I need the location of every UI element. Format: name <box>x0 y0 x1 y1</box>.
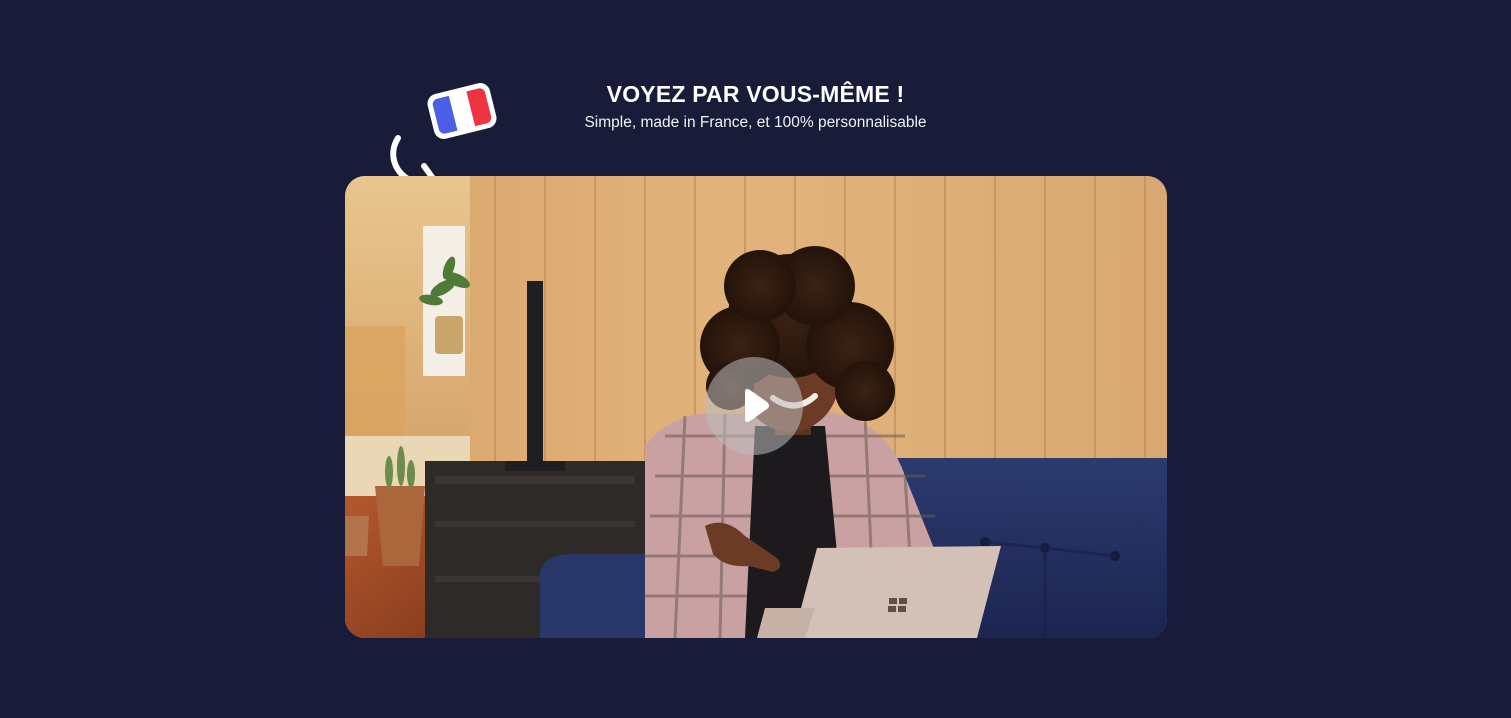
play-button[interactable] <box>705 357 803 455</box>
play-icon <box>745 388 769 423</box>
section-title: VOYEZ PAR VOUS-MÊME ! <box>606 81 905 107</box>
section-heading: VOYEZ PAR VOUS-MÊME ! Simple, made in Fr… <box>0 78 1511 134</box>
demo-section: VOYEZ PAR VOUS-MÊME ! Simple, made in Fr… <box>0 0 1511 718</box>
section-subtitle: Simple, made in France, et 100% personna… <box>584 114 927 131</box>
video-player[interactable] <box>345 176 1167 638</box>
